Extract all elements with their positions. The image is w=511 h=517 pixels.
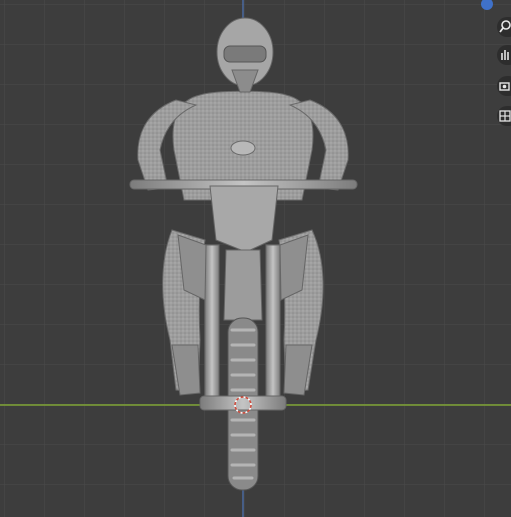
perspective-toggle-button[interactable]: [497, 106, 511, 126]
pan-button[interactable]: [497, 45, 511, 65]
left-fork: [204, 244, 220, 406]
front-fender: [223, 249, 263, 321]
3d-viewport[interactable]: [0, 0, 511, 517]
chest-logo: [230, 140, 256, 156]
zoom-button[interactable]: [497, 17, 511, 37]
goggles: [223, 45, 267, 63]
right-fork: [265, 244, 281, 406]
camera-icon: [499, 82, 510, 91]
pan-hand-icon: [501, 50, 509, 60]
number-plate: [209, 185, 279, 253]
grid-perspective-icon: [499, 110, 511, 122]
front-axle: [199, 395, 287, 411]
zoom-icon: [499, 20, 511, 33]
viewport-scene: [0, 0, 511, 517]
camera-view-button[interactable]: [497, 76, 511, 96]
